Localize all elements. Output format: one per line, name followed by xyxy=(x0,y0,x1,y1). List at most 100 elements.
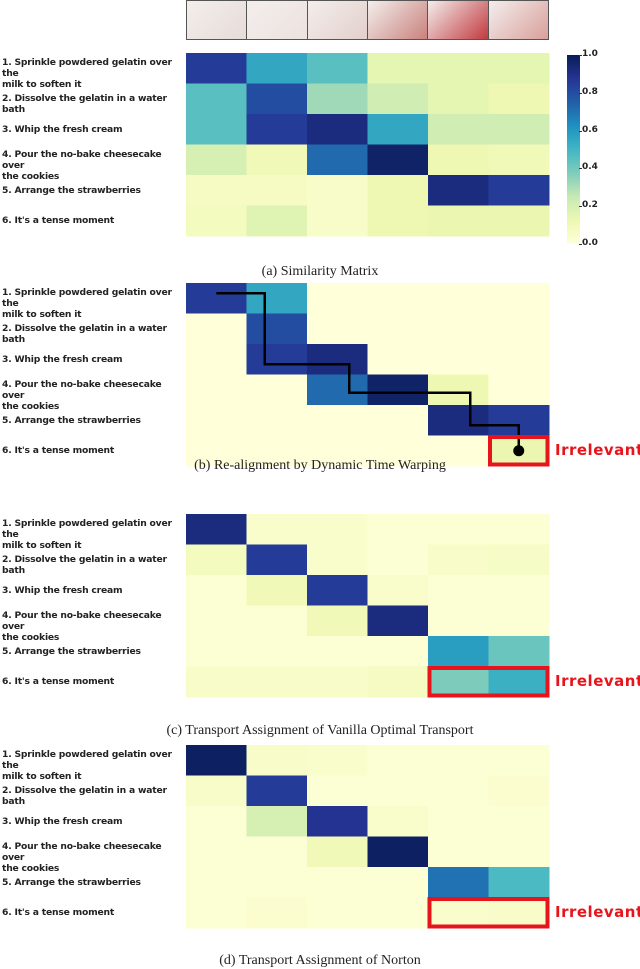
heatmap-cell-r1-c2 xyxy=(246,283,308,314)
colorbar-tick-label: 0.4 xyxy=(579,162,598,173)
row-label: 5. Arrange the strawberries xyxy=(2,415,182,426)
heatmap-cell-r5-c6 xyxy=(488,175,550,206)
heatmap-cell-r5-c1 xyxy=(186,636,247,667)
heatmap-cell-r5-c2 xyxy=(246,405,308,436)
heatmap-cell-r2-c3 xyxy=(307,775,368,807)
dtw-path-endpoint xyxy=(513,445,525,457)
row-label-line: 3. Whip the fresh cream xyxy=(2,584,123,596)
row-label: 3. Whip the fresh cream xyxy=(2,124,182,135)
heatmap-cell-r3-c5 xyxy=(428,344,489,375)
heatmap-cell-r2-c3 xyxy=(307,544,368,576)
heatmap-cell-r6-c6 xyxy=(488,205,550,237)
heatmap-cell-r2-c4 xyxy=(367,544,429,576)
heatmap-cell-r1-c6 xyxy=(488,53,550,84)
row-label-line: 2. Dissolve the gelatin in a water bath xyxy=(2,785,167,808)
heatmap-cell-r2-c2 xyxy=(246,544,308,576)
heatmap-cell-r4-c3 xyxy=(307,836,368,868)
heatmap-cell-r4-c2 xyxy=(246,374,308,406)
heatmap-cell-r5-c2 xyxy=(246,175,308,206)
heatmap-cell-r4-c6 xyxy=(488,144,550,176)
heatmap-cell-r4-c2 xyxy=(246,605,308,637)
heatmap-cell-r1-c2 xyxy=(246,745,308,776)
video-frame xyxy=(307,1,367,39)
heatmap-cell-r6-c1 xyxy=(186,897,247,929)
heatmap-cell-r3-c5 xyxy=(428,806,489,837)
heatmap-cell-r5-c2 xyxy=(246,636,308,667)
heatmap-cell-r3-c6 xyxy=(488,114,550,145)
row-label-line: 4. Pour the no-bake cheesecake over xyxy=(2,148,162,171)
heatmap-cell-r1-c3 xyxy=(307,283,368,314)
heatmap-cell-r5-c4 xyxy=(367,636,429,667)
colorbar xyxy=(567,55,580,244)
row-label-line: 6. It's a tense moment xyxy=(2,676,115,688)
heatmap-cell-r4-c1 xyxy=(186,605,247,637)
row-label: 4. Pour the no-bake cheesecake over the c… xyxy=(2,149,182,182)
heatmap-cell-r4-c3 xyxy=(307,144,368,176)
heatmap-cell-r4-c4 xyxy=(367,605,429,637)
heatmap-cell-r1-c2 xyxy=(246,514,308,545)
heatmap-cell-r2-c5 xyxy=(428,313,489,345)
heatmap-cell-r3-c3 xyxy=(307,344,368,375)
heatmap-cell-r5-c3 xyxy=(307,405,368,436)
heatmap-cell-r2-c5 xyxy=(428,775,489,807)
heatmap-cell-r1-c6 xyxy=(488,283,550,314)
heatmap-cell-r4-c1 xyxy=(186,836,247,868)
heatmap-cell-r2-c2 xyxy=(246,313,308,345)
heatmap-cell-r2-c6 xyxy=(488,775,550,807)
heatmap-cell-r1-c4 xyxy=(367,283,429,314)
heatmap-cell-r4-c2 xyxy=(246,144,308,176)
colorbar-tick-label: 1.0 xyxy=(579,49,598,59)
heatmap-cell-r2-c1 xyxy=(186,544,247,576)
heatmap-cell-r3-c4 xyxy=(367,575,429,606)
row-label-line: 5. Arrange the strawberries xyxy=(2,184,141,196)
heatmap-cell-r3-c2 xyxy=(246,114,308,145)
heatmap-cell-r3-c3 xyxy=(307,114,368,145)
heatmap-cell-r4-c5 xyxy=(428,605,489,637)
video-frame xyxy=(428,1,488,39)
heatmap-cell-r1-c1 xyxy=(186,53,247,84)
heatmap-cell-r4-c4 xyxy=(367,374,429,406)
row-label-line: 2. Dissolve the gelatin in a water bath xyxy=(2,323,167,346)
row-label-line: 1. Sprinkle powdered gelatin over the xyxy=(2,749,172,772)
heatmap-cell-r5-c5 xyxy=(428,175,489,206)
heatmap-cell-r3-c3 xyxy=(307,575,368,606)
heatmap-cell-r5-c1 xyxy=(186,867,247,898)
row-label-line: the cookies xyxy=(2,400,60,412)
row-label-line: 6. It's a tense moment xyxy=(2,215,115,227)
heatmap-cell-r1-c5 xyxy=(428,283,489,314)
heatmap-cell-r5-c5 xyxy=(428,867,489,898)
row-label-line: 2. Dissolve the gelatin in a water bath xyxy=(2,93,167,116)
row-label-line: 4. Pour the no-bake cheesecake over xyxy=(2,378,162,401)
heatmap-cell-r6-c2 xyxy=(246,205,308,237)
heatmap-cell-r4-c2 xyxy=(246,836,308,868)
row-label-line: 4. Pour the no-bake cheesecake over xyxy=(2,609,162,632)
heatmap-cell-r6-c6 xyxy=(488,666,550,698)
row-label-line: 1. Sprinkle powdered gelatin over the xyxy=(2,518,172,541)
heatmap-cell-r4-c5 xyxy=(428,836,489,868)
heatmap-cell-r2-c4 xyxy=(367,775,429,807)
row-label-line: 5. Arrange the strawberries xyxy=(2,876,141,888)
heatmap-cell-r1-c4 xyxy=(367,745,429,776)
row-label-line: 3. Whip the fresh cream xyxy=(2,123,123,135)
heatmap-cell-r1-c1 xyxy=(186,514,247,545)
row-label: 5. Arrange the strawberries xyxy=(2,646,182,657)
row-label: 4. Pour the no-bake cheesecake over the c… xyxy=(2,379,182,412)
heatmap-cell-r3-c4 xyxy=(367,114,429,145)
heatmap-cell-r5-c4 xyxy=(367,175,429,206)
heatmap-cell-r6-c3 xyxy=(307,666,368,698)
row-label: 2. Dissolve the gelatin in a water bath xyxy=(2,323,182,345)
row-label-line: the cookies xyxy=(2,170,60,182)
heatmap-cell-r3-c6 xyxy=(488,575,550,606)
colorbar-tick-label: 0.2 xyxy=(579,200,598,211)
heatmap-cell-r4-c1 xyxy=(186,374,247,406)
heatmap-cell-r2-c2 xyxy=(246,83,308,115)
video-frame xyxy=(247,1,307,39)
row-label-line: 5. Arrange the strawberries xyxy=(2,414,141,426)
row-label: 4. Pour the no-bake cheesecake over the c… xyxy=(2,610,182,643)
row-label: 1. Sprinkle powdered gelatin over the mil… xyxy=(2,518,182,551)
video-frame xyxy=(488,1,548,39)
heatmap-cell-r3-c6 xyxy=(488,344,550,375)
heatmap-cell-r2-c1 xyxy=(186,83,247,115)
video-frames-strip xyxy=(186,0,549,40)
heatmap-cell-r1-c5 xyxy=(428,53,489,84)
